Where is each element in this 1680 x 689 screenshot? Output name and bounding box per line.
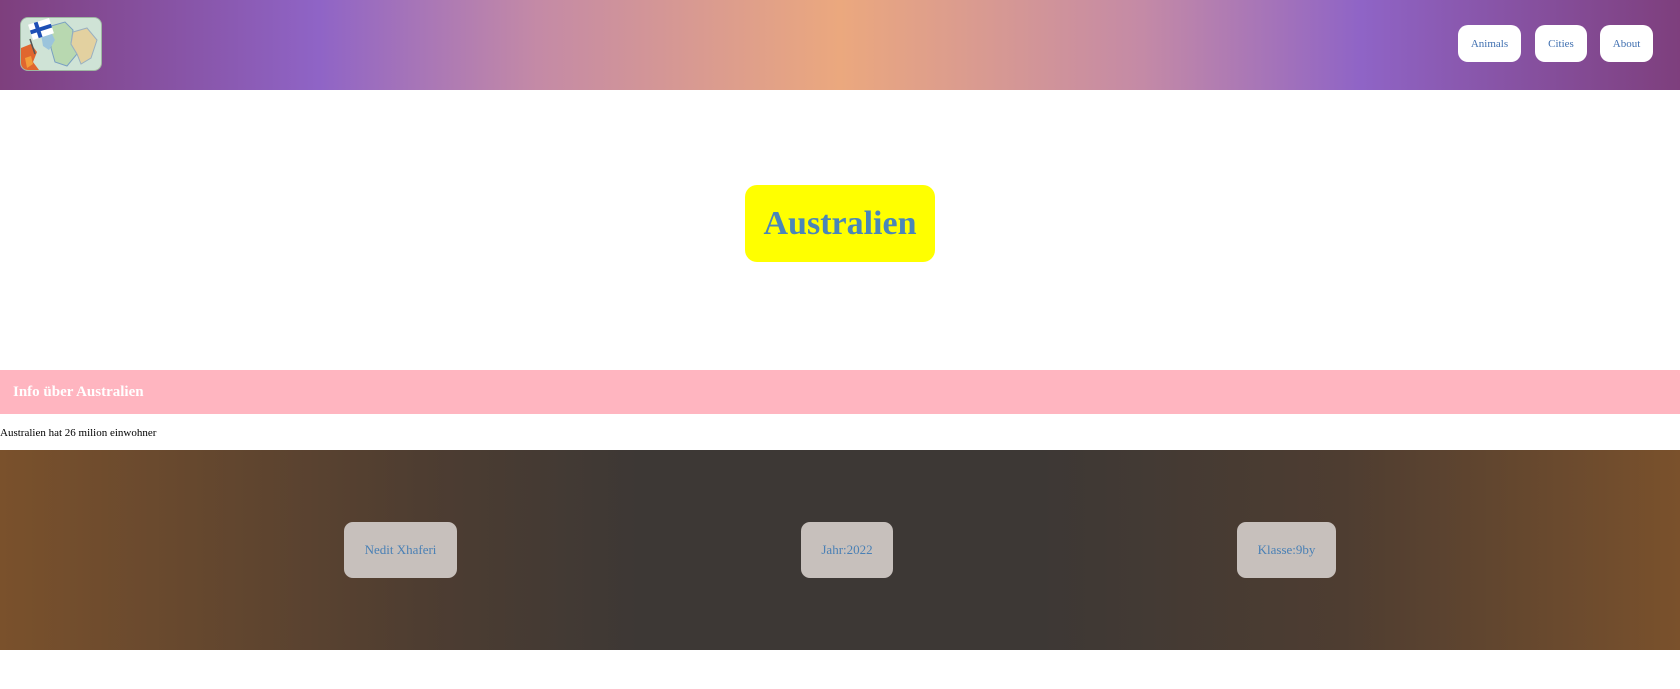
footer-class: Klasse:9by [1237, 522, 1336, 578]
nav-cities-label: Cities [1548, 37, 1574, 50]
nav-animals-label: Animals [1470, 37, 1509, 50]
nav-cities-button[interactable]: Cities [1535, 25, 1587, 62]
info-heading: Info über Australien [13, 383, 144, 400]
page-title: Australien [763, 204, 917, 242]
nav-about-label: About [1612, 37, 1641, 50]
nav-animals-button[interactable]: Animals [1458, 25, 1521, 62]
footer-year: Jahr:2022 [801, 522, 893, 578]
footer-class-label: Klasse:9by [1257, 542, 1316, 557]
info-heading-bar: Info über Australien [0, 370, 1680, 414]
finland-map-flag-icon[interactable] [20, 17, 102, 71]
site-footer: Nedit Xhaferi Jahr:2022 Klasse:9by [0, 450, 1680, 650]
info-text: Australien hat 26 milion einwohner [0, 427, 157, 439]
footer-author-label: Nedit Xhaferi [364, 542, 437, 557]
footer-year-label: Jahr:2022 [821, 542, 873, 557]
nav-about-button[interactable]: About [1600, 25, 1653, 62]
footer-author: Nedit Xhaferi [344, 522, 457, 578]
site-header: Animals Cities About [0, 0, 1680, 90]
hero-title-box: Australien [745, 185, 935, 262]
